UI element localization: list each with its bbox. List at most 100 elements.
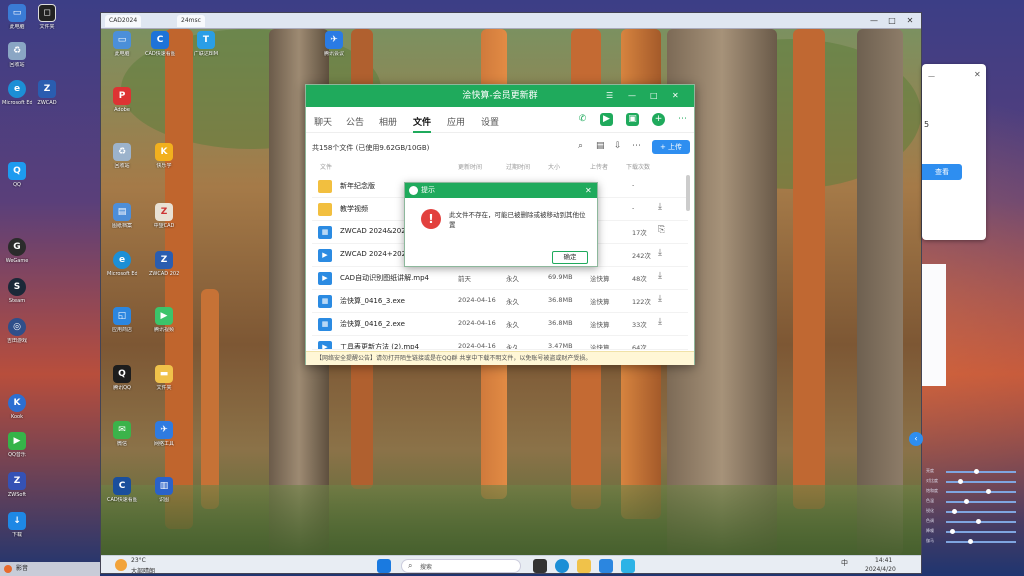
table-row[interactable]: ▶ 工具表更新方法 (2).mp4 2024-04-16 永久 3.47MB 浍… — [312, 336, 688, 350]
column-header[interactable]: 上传者 — [590, 162, 608, 174]
folder-manage-icon[interactable]: ▤ — [596, 141, 605, 151]
remote-tab[interactable]: 24msc — [177, 15, 205, 27]
more-icon[interactable]: ⋯ — [676, 113, 689, 126]
minimize-button[interactable]: — — [628, 85, 636, 107]
slider-knob[interactable] — [986, 489, 991, 494]
tab-chat[interactable]: 聊天 — [314, 115, 332, 128]
tab-announcement[interactable]: 公告 — [346, 115, 364, 128]
ok-button[interactable]: 确定 — [552, 251, 588, 264]
phone-icon[interactable]: ✆ — [576, 113, 589, 126]
slider-knob[interactable] — [958, 479, 963, 484]
maximize-button[interactable]: □ — [650, 85, 658, 107]
edge-icon[interactable] — [555, 559, 569, 573]
inner-icon-cad-viewer[interactable]: C CAD快速看图 — [145, 31, 175, 57]
download-icon[interactable]: ⤓ — [658, 248, 662, 258]
close-icon[interactable]: ✕ — [974, 70, 981, 79]
minimize-icon[interactable]: — — [928, 72, 935, 80]
app-icon[interactable] — [621, 559, 635, 573]
menu-button[interactable]: ☰ — [606, 85, 613, 107]
desktop-icon-edge[interactable]: eMicrosoft Edge — [2, 80, 32, 106]
slider-row[interactable]: 伽马 — [924, 538, 1024, 546]
desktop-icon-zwcad[interactable]: Z ZWCAD — [32, 80, 62, 106]
slider-row[interactable]: 降噪 — [924, 528, 1024, 536]
slider-row[interactable]: 锐化 — [924, 508, 1024, 516]
desktop-icon-qq[interactable]: Q QQ — [2, 162, 32, 188]
tab-files[interactable]: 文件 — [413, 115, 432, 133]
column-header[interactable]: 下载次数 — [626, 162, 650, 174]
tab-apps[interactable]: 应用 — [447, 115, 465, 128]
inner-icon-qq[interactable]: Q 腾讯QQ — [107, 365, 137, 391]
chevron-left-icon[interactable]: ‹ — [909, 432, 923, 446]
column-header[interactable]: 大小 — [548, 162, 560, 174]
inner-icon-archive[interactable]: ▤ 图纸档案 — [107, 203, 137, 229]
slider-row[interactable]: 饱和度 — [924, 488, 1024, 496]
desktop-icon-wegame[interactable]: G WeGame — [2, 238, 32, 264]
desktop-icon-this-pc[interactable]: ▭ 此电脑 — [2, 4, 32, 30]
add-icon[interactable]: + — [652, 113, 665, 126]
slider-knob[interactable] — [964, 499, 969, 504]
desktop-icon-kook[interactable]: K Kook — [2, 394, 32, 420]
slider-knob[interactable] — [976, 519, 981, 524]
inner-icon-edge[interactable]: eMicrosoft Edge — [107, 251, 137, 277]
start-icon[interactable] — [377, 559, 391, 573]
file-explorer-icon[interactable] — [577, 559, 591, 573]
column-header[interactable]: 更新时间 — [458, 162, 482, 174]
taskbar-search[interactable]: ⌕ 搜索 — [401, 559, 521, 573]
inner-icon-network[interactable]: ✈ 网络工具 — [149, 421, 179, 447]
download-manage-icon[interactable]: ⇩ — [614, 141, 622, 151]
maximize-button[interactable]: □ — [885, 15, 899, 27]
slider-knob[interactable] — [968, 539, 973, 544]
inner-icon-wechat[interactable]: ✉ 微信 — [107, 421, 137, 447]
inner-icon-recycle-bin[interactable]: ♻ 回收站 — [107, 143, 137, 169]
inner-icon-meeting[interactable]: ✈ 腾讯会议 — [319, 31, 349, 57]
inner-icon-folder[interactable]: ▬ 文件夹 — [149, 365, 179, 391]
slider-row[interactable]: 色调 — [924, 518, 1024, 526]
inner-icon-adobe[interactable]: P Adobe — [107, 87, 137, 113]
inner-icon-store[interactable]: ◱ 应用商店 — [107, 307, 137, 333]
column-header[interactable]: 文件 — [320, 162, 332, 174]
desktop-icon-folder[interactable]: ◻ 文件夹 — [32, 4, 62, 30]
close-icon[interactable]: ✕ — [585, 183, 592, 198]
close-button[interactable]: ✕ — [672, 85, 679, 107]
minimize-button[interactable]: — — [867, 15, 881, 27]
tab-settings[interactable]: 设置 — [481, 115, 499, 128]
inner-icon-zwcad[interactable]: Z 中望CAD — [149, 203, 179, 229]
inner-icon-bim[interactable]: T 广联达BIM — [191, 31, 221, 57]
whiteboard-icon[interactable]: ▣ — [626, 113, 639, 126]
table-row[interactable]: ▶ CAD自动识别图纸讲解.mp4 前天 永久 69.9MB 浍快算 48次 ⤓ — [312, 267, 688, 290]
column-header[interactable]: 过期时间 — [506, 162, 530, 174]
tray-lang[interactable]: 中 — [841, 558, 848, 568]
close-button[interactable]: ✕ — [903, 15, 917, 27]
download-icon[interactable]: ⤓ — [658, 202, 662, 212]
inner-icon-this-pc[interactable]: ▭ 此电脑 — [107, 31, 137, 57]
video-call-icon[interactable]: ▶ — [600, 113, 613, 126]
outer-taskbar-label[interactable]: 影音 — [16, 562, 28, 576]
download-icon[interactable]: ⤓ — [658, 271, 662, 281]
tab-album[interactable]: 相册 — [379, 115, 397, 128]
scrollbar[interactable] — [686, 175, 690, 211]
open-folder-icon[interactable]: ⎘ — [658, 225, 665, 235]
more-options-icon[interactable]: ⋯ — [632, 141, 641, 151]
inner-icon-kuaile[interactable]: K 快乐学 — [149, 143, 179, 169]
slider-knob[interactable] — [952, 509, 957, 514]
slider-row[interactable]: 亮度 — [924, 468, 1024, 476]
inner-icon-cad-viewer-2[interactable]: C CAD快速看图 — [107, 477, 137, 503]
slider-row[interactable]: 色温 — [924, 498, 1024, 506]
upload-button[interactable]: + 上传 — [652, 140, 690, 154]
desktop-icon-steam[interactable]: S Steam — [2, 278, 32, 304]
table-row[interactable]: ▦ 浍快算_0416_2.exe 2024-04-16 永久 36.8MB 浍快… — [312, 313, 688, 336]
desktop-icon-recycle-bin[interactable]: ♻ 回收站 — [2, 42, 32, 68]
desktop-icon-game[interactable]: ◎ 吉田游戏 — [2, 318, 32, 344]
desktop-icon-zwsoft[interactable]: Z ZWSoft — [2, 472, 32, 498]
inner-icon-zwcad-2024[interactable]: ZZWCAD 2024 — [149, 251, 179, 277]
slider-knob[interactable] — [950, 529, 955, 534]
inner-icon-recognize[interactable]: ▥ 识图 — [149, 477, 179, 503]
desktop-icon-music[interactable]: ▶ QQ音乐 — [2, 432, 32, 458]
download-icon[interactable]: ⤓ — [658, 294, 662, 304]
view-button[interactable]: 查看 — [922, 164, 962, 180]
desktop-icon-download[interactable]: ↓ 下载 — [2, 512, 32, 538]
remote-tab[interactable]: CAD2024 — [105, 15, 142, 27]
slider-knob[interactable] — [974, 469, 979, 474]
slider-row[interactable]: 对比度 — [924, 478, 1024, 486]
store-icon[interactable] — [599, 559, 613, 573]
